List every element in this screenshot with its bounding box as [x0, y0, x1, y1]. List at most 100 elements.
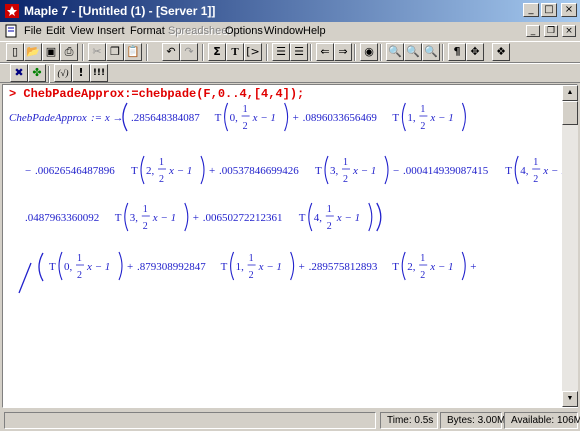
status-time: Time: 0.5s — [380, 412, 438, 429]
maple-leaf-icon[interactable]: ✤ — [28, 64, 46, 82]
menu-bar: File Edit View Insert Format Spreadsheet… — [0, 22, 580, 41]
num-term-1-paren-open — [401, 102, 406, 132]
menu-options[interactable]: Options — [225, 25, 263, 37]
status-message — [4, 412, 376, 429]
den-term-1-frac-num: 1 — [249, 253, 254, 264]
context-toolbar: ✖ ✤ (√) ! !!! — [0, 63, 580, 83]
num-term-2-coef: .00626546487896 — [35, 165, 115, 177]
sigma-icon[interactable]: Σ — [208, 43, 226, 61]
window-title: Maple 7 - [Untitled (1) - [Server 1]] — [24, 4, 216, 18]
copy-icon[interactable]: ❐ — [106, 43, 124, 61]
back-icon[interactable]: ⇐ — [316, 43, 334, 61]
den-term-4-paren-open — [308, 202, 313, 232]
num-term-1-frac-num: 1 — [420, 104, 425, 115]
den-term-2-func: T — [392, 261, 399, 273]
cut-icon[interactable]: ✂ — [88, 43, 106, 61]
vertical-scrollbar[interactable]: ▲ ▼ — [562, 85, 578, 407]
scroll-thumb[interactable] — [562, 101, 578, 125]
num-term-2-frac-num: 1 — [159, 157, 164, 168]
den-term-2-paren-open — [401, 251, 406, 281]
menu-window[interactable]: Window — [264, 25, 303, 37]
forward-icon[interactable]: ⇒ — [334, 43, 352, 61]
document-icon[interactable] — [4, 24, 18, 38]
num-term-2-arg: x − 1 — [168, 165, 192, 177]
expand-icon[interactable]: ✥ — [466, 43, 484, 61]
num-term-2-degree: 2, — [146, 165, 155, 177]
den-term-0-frac-num: 1 — [77, 253, 82, 264]
maple-app-icon[interactable] — [4, 3, 20, 19]
stop-icon[interactable]: ◉ — [360, 43, 378, 61]
undo-icon[interactable]: ↶ — [162, 43, 180, 61]
restart-icon[interactable]: ❖ — [492, 43, 510, 61]
close-button[interactable]: × — [561, 3, 577, 17]
num-term-1-degree: 1, — [407, 112, 416, 124]
menu-view[interactable]: View — [70, 25, 94, 37]
open-icon[interactable]: 📂 — [24, 43, 42, 61]
num-term-0-paren-open — [224, 102, 229, 132]
den-term-0-arg: x − 1 — [86, 261, 110, 273]
operator: + — [193, 212, 199, 224]
zoom-medium-icon[interactable]: 🔍 — [404, 43, 422, 61]
num-term-0-func: T — [215, 112, 222, 124]
menu-edit[interactable]: Edit — [46, 25, 65, 37]
paste-icon[interactable]: 📋 — [124, 43, 142, 61]
operator: − — [25, 165, 31, 177]
doc-close-button[interactable]: × — [562, 25, 576, 37]
print-icon[interactable]: ⎙ — [60, 43, 78, 61]
den-term-0-paren-open — [58, 251, 63, 281]
scroll-down-icon[interactable]: ▼ — [562, 391, 578, 407]
den-term-2-coef: .289575812893 — [309, 261, 378, 273]
maximize-button[interactable]: □ — [541, 3, 557, 17]
den-term-4-func: T — [299, 212, 306, 224]
den-term-2-frac-den: 2 — [420, 270, 425, 281]
num-term-3-func: T — [315, 165, 322, 177]
text-icon[interactable]: T — [226, 43, 244, 61]
redo-icon[interactable]: ↷ — [180, 43, 198, 61]
den-term-4-frac-num: 1 — [327, 204, 332, 215]
toolbar-separator — [266, 44, 268, 61]
menu-file[interactable]: File — [24, 25, 42, 37]
stop-execution-icon[interactable]: ✖ — [10, 64, 28, 82]
save-icon[interactable]: ▣ — [42, 43, 60, 61]
operator: + — [209, 165, 215, 177]
den-term-1-degree: 1, — [236, 261, 245, 273]
den-term-4-coef: .00650272212361 — [203, 212, 283, 224]
zoom-small-icon[interactable]: 🔍 — [386, 43, 404, 61]
num-term-1-arg: x − 1 — [429, 112, 453, 124]
den-term-4-arg: x − 1 — [336, 212, 360, 224]
den-term-3-arg: x − 1 — [152, 212, 176, 224]
den-term-2-degree: 2, — [407, 261, 416, 273]
den-term-3-frac-den: 2 — [143, 221, 148, 232]
outdent-icon[interactable]: ☰ — [290, 43, 308, 61]
den-term-3-frac-num: 1 — [143, 204, 148, 215]
num-term-3-arg: x − 1 — [352, 165, 376, 177]
num-term-1-func: T — [392, 112, 399, 124]
exclaim-icon[interactable]: ! — [72, 64, 90, 82]
menu-format[interactable]: Format — [130, 25, 165, 37]
menu-help[interactable]: Help — [303, 25, 326, 37]
zoom-large-icon[interactable]: 🔍 — [422, 43, 440, 61]
doc-restore-button[interactable]: ❐ — [544, 25, 558, 37]
insert-prompt-icon[interactable]: [> — [244, 43, 262, 61]
den-term-1-paren-open — [230, 251, 235, 281]
pilcrow-icon[interactable]: ¶ — [448, 43, 466, 61]
menu-insert[interactable]: Insert — [97, 25, 125, 37]
menu-spreadsheet[interactable]: Spreadsheet — [168, 25, 230, 37]
doc-minimize-button[interactable]: _ — [526, 25, 540, 37]
triple-exclaim-icon[interactable]: !!! — [90, 64, 108, 82]
toolbar-separator — [146, 44, 148, 61]
status-bytes: Bytes: 3.00M — [440, 412, 505, 429]
paren-close-denominator — [376, 202, 382, 232]
den-term-4-degree: 4, — [314, 212, 323, 224]
toolbar-separator — [202, 44, 204, 61]
num-term-2-paren-open — [140, 155, 145, 185]
main-toolbar: ▯ 📂 ▣ ⎙ ✂ ❐ 📋 ↶ ↷ Σ T [> ☰ ☰ ⇐ ⇒ ◉ 🔍 🔍 🔍… — [0, 41, 580, 63]
scroll-up-icon[interactable]: ▲ — [562, 85, 578, 101]
num-term-4-arg: x − 1 — [542, 165, 563, 177]
new-icon[interactable]: ▯ — [6, 43, 24, 61]
worksheet[interactable]: > ChebPadeApprox:=chebpade(F,0..4,[4,4])… — [2, 84, 578, 408]
syntax-x-icon[interactable]: (√) — [54, 64, 72, 82]
indent-icon[interactable]: ☰ — [272, 43, 290, 61]
num-term-0-degree: 0, — [230, 112, 239, 124]
minimize-button[interactable]: _ — [523, 3, 539, 17]
